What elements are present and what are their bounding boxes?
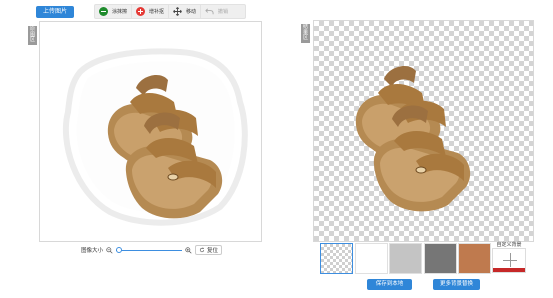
cutout-sandal-image	[355, 65, 471, 212]
undo-tool[interactable]: 撤销	[200, 5, 232, 18]
more-backgrounds-button[interactable]: 更多背景替换	[433, 279, 480, 290]
undo-tool-label: 撤销	[218, 9, 229, 15]
erase-tool[interactable]: 涂抹擦	[95, 5, 131, 18]
result-area-tag: 结果区	[301, 24, 310, 43]
upload-image-button[interactable]: 上传图片	[36, 6, 74, 18]
zoom-slider-thumb[interactable]	[116, 247, 123, 253]
plus-circle-icon	[136, 7, 146, 16]
bg-swatch-white[interactable]	[355, 243, 388, 274]
move-tool-label: 移动	[186, 9, 197, 15]
keep-tool-label: 增补抠	[149, 9, 165, 15]
zoom-in-icon[interactable]	[185, 246, 192, 254]
original-area-tag: 原图区	[28, 26, 37, 45]
result-preview-panel[interactable]	[313, 20, 534, 242]
edit-toolbar: 涂抹擦 增补抠 移动 撤销	[94, 4, 246, 19]
undo-icon	[205, 8, 214, 15]
zoom-controls: 图像大小 复位	[81, 244, 223, 256]
original-image-panel[interactable]	[39, 21, 262, 242]
move-tool[interactable]: 移动	[168, 5, 200, 18]
custom-background[interactable]: 自定义背景	[491, 242, 527, 275]
zoom-slider[interactable]	[116, 247, 183, 254]
keep-tool[interactable]: 增补抠	[131, 5, 168, 18]
reset-icon	[199, 247, 205, 253]
bg-swatch-light-gray[interactable]	[389, 243, 422, 274]
reset-label: 复位	[207, 248, 219, 254]
save-local-button[interactable]: 保存到本地	[367, 279, 412, 290]
zoom-label: 图像大小	[81, 248, 104, 254]
erase-tool-label: 涂抹擦	[112, 9, 128, 15]
move-icon	[173, 7, 182, 16]
original-sandal-image	[62, 48, 248, 226]
bg-swatch-brown[interactable]	[458, 243, 491, 274]
reset-button[interactable]: 复位	[195, 245, 223, 255]
custom-background-picker[interactable]	[492, 248, 526, 273]
zoom-out-icon[interactable]	[106, 246, 113, 254]
minus-circle-icon	[99, 7, 108, 16]
plus-icon-vertical	[509, 253, 511, 267]
bg-swatch-transparent[interactable]	[320, 243, 353, 274]
bg-swatch-dark-gray[interactable]	[424, 243, 457, 274]
custom-color-bar	[493, 268, 525, 272]
zoom-slider-track	[116, 249, 183, 251]
